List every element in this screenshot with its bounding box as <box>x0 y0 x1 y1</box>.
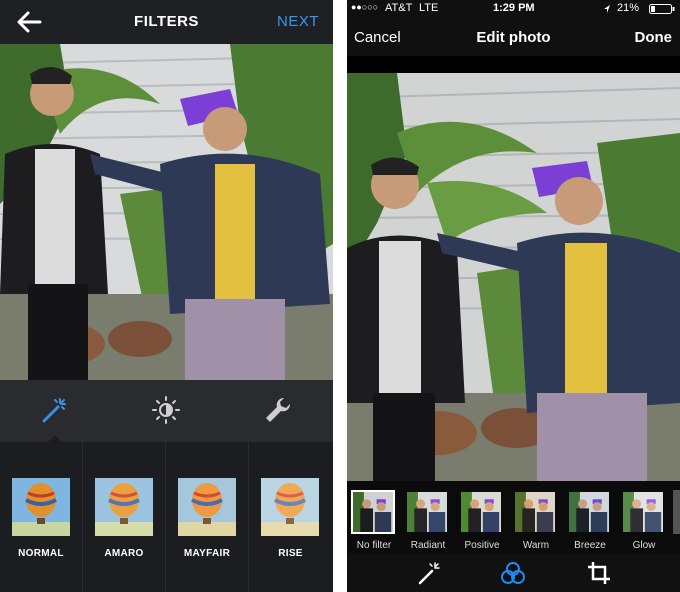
location-arrow-icon <box>604 5 610 13</box>
filter-label: Glow <box>632 540 656 551</box>
battery-icon <box>649 4 675 14</box>
filter-thumbnail <box>407 492 447 532</box>
filter-thumbnail <box>95 478 153 536</box>
carrier-label: AT&T <box>385 2 413 14</box>
filter-glow[interactable]: Glow <box>617 488 671 554</box>
instagram-filters-screen: FILTERS NEXT NORMAL AMARO MAYFAIR RISE <box>0 0 333 592</box>
active-tool-indicator <box>48 435 62 442</box>
filter-mayfair[interactable]: MAYFAIR <box>166 442 249 592</box>
filter-strip: NORMAL AMARO MAYFAIR RISE <box>0 442 333 592</box>
filter-warm[interactable]: Warm <box>509 488 563 554</box>
magic-wand-icon[interactable] <box>415 559 443 587</box>
battery-percent: 21% <box>617 2 640 14</box>
filter-amaro[interactable]: AMARO <box>83 442 166 592</box>
filters-circles-icon[interactable] <box>499 559 527 587</box>
filter-thumbnail <box>461 492 501 532</box>
filter-thumbnail <box>515 492 555 532</box>
nav-bar: Cancel Edit photo Done <box>347 18 680 56</box>
wrench-icon[interactable] <box>262 394 294 426</box>
filter-thumbnail <box>623 492 663 532</box>
filter-thumbnail <box>351 490 395 534</box>
magic-wand-icon[interactable] <box>38 394 70 426</box>
signal-strength: ●●○○○ <box>351 2 379 12</box>
filter-thumbnail <box>12 478 70 536</box>
ios-edit-photo-screen: ●●○○○ AT&T LTE 1:29 PM 21% Cancel Edit p… <box>347 0 680 592</box>
status-time: 1:29 PM <box>493 2 535 14</box>
filter-rise[interactable]: RISE <box>249 442 332 592</box>
photo-preview <box>347 73 680 481</box>
filter-positive[interactable]: Positive <box>455 488 509 554</box>
tool-row <box>0 380 333 442</box>
top-bar: FILTERS NEXT <box>0 0 333 44</box>
filter-breeze[interactable]: Breeze <box>563 488 617 554</box>
filter-normal[interactable]: NORMAL <box>0 442 83 592</box>
next-button[interactable]: NEXT <box>277 13 319 30</box>
bottom-toolbar <box>347 553 680 592</box>
filter-label: NORMAL <box>18 548 64 559</box>
filter-label: RISE <box>278 548 303 559</box>
filter-strip: No filter Radiant Positive Warm Breeze G… <box>347 481 680 553</box>
divider <box>333 0 347 592</box>
crop-icon[interactable] <box>585 559 613 587</box>
filter-thumbnail <box>569 492 609 532</box>
filter-label: AMARO <box>104 548 144 559</box>
filter-label: MAYFAIR <box>183 548 231 559</box>
brightness-icon[interactable] <box>150 394 182 426</box>
page-title: Edit photo <box>476 29 551 46</box>
partial-filter-thumbnail <box>673 490 680 534</box>
filter-thumbnail <box>178 478 236 536</box>
filter-no-filter[interactable]: No filter <box>347 488 401 554</box>
done-button[interactable]: Done <box>635 29 673 46</box>
photo-preview <box>0 44 333 380</box>
status-bar: ●●○○○ AT&T LTE 1:29 PM 21% <box>347 0 680 18</box>
network-label: LTE <box>419 2 439 14</box>
filter-radiant[interactable]: Radiant <box>401 488 455 554</box>
filter-thumbnail <box>261 478 319 536</box>
